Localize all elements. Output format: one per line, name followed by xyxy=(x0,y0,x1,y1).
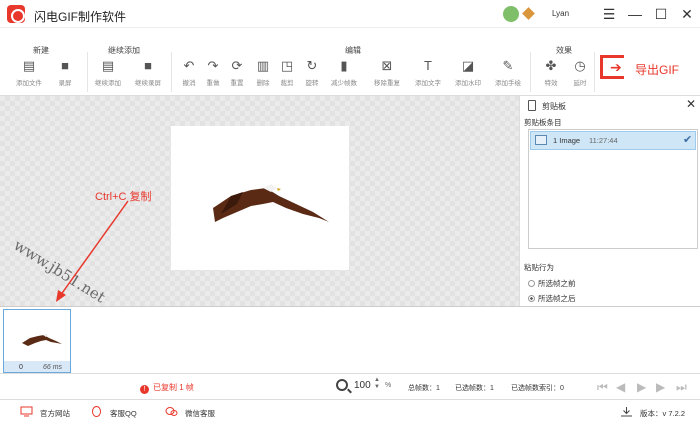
menu-icon[interactable]: ☰ xyxy=(599,4,619,24)
info-icon: ! xyxy=(140,385,149,394)
vip-badge-icon xyxy=(522,7,535,20)
refresh-icon: ⟳ xyxy=(231,58,243,73)
minimize-button[interactable]: — xyxy=(625,4,645,24)
delay-button[interactable]: ◷ 延时 xyxy=(562,58,598,92)
record-button[interactable]: ■ 录屏 xyxy=(47,58,83,92)
paste-behavior-header: 粘贴行为 xyxy=(524,263,554,272)
clipboard-icon xyxy=(528,100,536,111)
toolbar: 新建 继续添加 编辑 效果 ▤ 添加文件 ■ 录屏 ▤ 继续添加 ■ 继续录屏 ↶ 撤消 … xyxy=(0,44,700,96)
crop-icon: ◳ xyxy=(280,58,294,73)
play-icon[interactable]: ▶ xyxy=(637,380,646,394)
checkmark-icon: ✔ xyxy=(683,134,693,146)
close-button[interactable]: ✕ xyxy=(677,4,697,24)
add-handwriting-button[interactable]: ✎ 添加手绘 xyxy=(490,58,526,92)
clipboard-list[interactable]: 1 Image 11:27:44 ✔ xyxy=(528,129,698,249)
qq-icon xyxy=(92,406,101,417)
panel-close-button[interactable]: ✕ xyxy=(686,97,696,111)
username[interactable]: Lyan xyxy=(552,9,569,18)
website-link[interactable]: 官方网站 xyxy=(20,406,70,419)
clock-icon: ◷ xyxy=(574,58,586,73)
group-label-new: 新建 xyxy=(33,46,49,55)
clipboard-items-header: 剪贴板条目 xyxy=(524,118,562,127)
app-title: 闪电GIF制作软件 xyxy=(34,10,126,24)
zoom-icon xyxy=(336,379,348,391)
add-text-button[interactable]: T 添加文字 xyxy=(410,58,446,92)
canvas-area[interactable]: www.jb51.net Ctrl+C 复制 xyxy=(0,96,519,306)
clipboard-item[interactable]: 1 Image 11:27:44 ✔ xyxy=(530,131,696,150)
continue-add-button[interactable]: ▤ 继续添加 xyxy=(90,58,126,92)
remove-duplicates-icon: ⊠ xyxy=(381,58,393,73)
maximize-button[interactable]: ☐ xyxy=(651,4,671,24)
reduce-frames-button[interactable]: ▮ 减少帧数 xyxy=(326,58,362,92)
brush-icon: ✎ xyxy=(502,58,514,73)
monitor-icon xyxy=(20,406,33,417)
selected-frame-index: 已选帧数索引：0 xyxy=(511,385,564,392)
wechat-support-link[interactable]: 微信客服 xyxy=(165,407,215,419)
frame-thumbnail[interactable]: 0 66 ms xyxy=(3,309,71,373)
image-icon xyxy=(535,135,547,145)
file-add-icon: ▤ xyxy=(101,58,115,73)
effects-icon: ✤ xyxy=(545,58,557,73)
annotation-arrow-icon xyxy=(56,200,129,302)
clipboard-item-name: 1 Image xyxy=(553,136,581,145)
frame-preview xyxy=(171,126,349,270)
rotate-button[interactable]: ↻ 旋转 xyxy=(294,58,330,92)
selected-frames: 已选帧数：1 xyxy=(455,385,494,392)
footer: 官方网站 客服QQ 微信客服 版本：v 7.2.2 xyxy=(0,400,700,426)
clipboard-item-time: 11:27:44 xyxy=(589,136,618,145)
frame-duration: 66 ms xyxy=(43,364,63,371)
export-gif-button[interactable]: ➔ 导出GIF xyxy=(600,53,690,83)
previous-frame-icon[interactable]: ◀ xyxy=(616,380,625,394)
user-avatar[interactable] xyxy=(503,6,519,22)
reduce-frames-icon: ▮ xyxy=(340,58,348,73)
wechat-icon xyxy=(165,407,178,416)
paste-after-radio[interactable]: 所选帧之后 xyxy=(528,293,576,304)
first-frame-icon[interactable]: ⏮ xyxy=(597,380,608,395)
eagle-thumbnail-image xyxy=(22,334,62,346)
copied-status: ! 已复制 1 帧 xyxy=(140,382,194,394)
watermark-icon: ◪ xyxy=(461,58,475,73)
group-label-effects: 效果 xyxy=(556,46,572,55)
panel-title: 剪贴板 xyxy=(542,102,566,111)
camera-icon: ■ xyxy=(144,58,152,73)
app-logo-icon xyxy=(7,5,25,23)
camera-icon: ■ xyxy=(61,58,69,73)
paste-before-radio[interactable]: 所选帧之前 xyxy=(528,278,576,289)
total-frames: 总帧数：1 xyxy=(408,385,440,392)
add-watermark-button[interactable]: ◪ 添加水印 xyxy=(450,58,486,92)
zoom-value[interactable]: 100 xyxy=(354,380,371,391)
eagle-image xyxy=(213,184,329,222)
file-icon: ▤ xyxy=(22,58,36,73)
qq-support-link[interactable]: 客服QQ xyxy=(92,406,137,419)
frame-index: 0 xyxy=(19,364,23,371)
text-icon: T xyxy=(424,58,432,73)
status-bar: ! 已复制 1 帧 100 ▲ ▼ % 总帧数：1 已选帧数：1 已选帧数索引：0 … xyxy=(0,374,700,400)
continue-record-button[interactable]: ■ 继续录屏 xyxy=(130,58,166,92)
frame-strip: 0 66 ms xyxy=(0,306,700,374)
zoom-stepper-icon[interactable]: ▲ ▼ xyxy=(374,377,380,391)
remove-duplicates-button[interactable]: ⊠ 移除重复 xyxy=(369,58,405,92)
title-bar: 闪电GIF制作软件 Lyan ☰ — ☐ ✕ xyxy=(0,0,700,28)
group-label-continue: 继续添加 xyxy=(108,46,140,55)
download-icon xyxy=(621,407,632,417)
group-label-edit: 编辑 xyxy=(345,46,361,55)
add-file-button[interactable]: ▤ 添加文件 xyxy=(11,58,47,92)
version-info[interactable]: 版本：v 7.2.2 xyxy=(621,407,685,419)
last-frame-icon[interactable]: ⏭ xyxy=(676,380,687,395)
export-arrow-icon: ➔ xyxy=(610,59,622,75)
rotate-icon: ↻ xyxy=(306,58,318,73)
next-frame-icon[interactable]: ▶ xyxy=(656,380,665,394)
clipboard-panel: 剪贴板 ✕ 剪贴板条目 1 Image 11:27:44 ✔ 粘贴行为 所选帧之… xyxy=(519,96,700,306)
